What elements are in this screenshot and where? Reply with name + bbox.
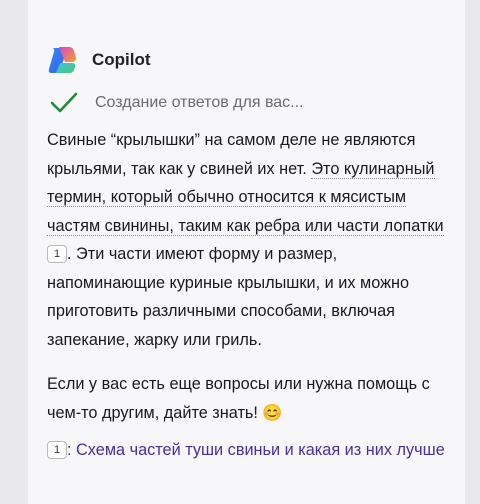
generation-status[interactable]: Создание ответов для вас...	[50, 92, 304, 114]
answer-sentence: . Эти части имеют форму и размер, напоми…	[47, 245, 410, 349]
status-text: Создание ответов для вас...	[95, 94, 304, 111]
citation-badge[interactable]: 1	[47, 245, 67, 263]
reference-link[interactable]: : Схема частей туши свиньи и какая из ни…	[67, 441, 445, 459]
copilot-logo-icon	[48, 47, 76, 73]
app-title: Copilot	[92, 50, 151, 69]
chat-card: Copilot Создание ответов для вас... Свин…	[28, 0, 465, 504]
answer-paragraph: Если у вас есть еще вопросы или нужна по…	[47, 375, 430, 422]
answer-text: Свиные “крылышки” на самом деле не являю…	[47, 126, 459, 427]
reference-item[interactable]: 1: Схема частей туши свиньи и какая из н…	[47, 436, 459, 465]
answer-paragraph: Свиные “крылышки” на самом деле не являю…	[47, 126, 459, 354]
chat-header: Copilot	[46, 44, 151, 76]
check-icon	[50, 92, 78, 113]
reference-number[interactable]: 1	[47, 441, 67, 459]
